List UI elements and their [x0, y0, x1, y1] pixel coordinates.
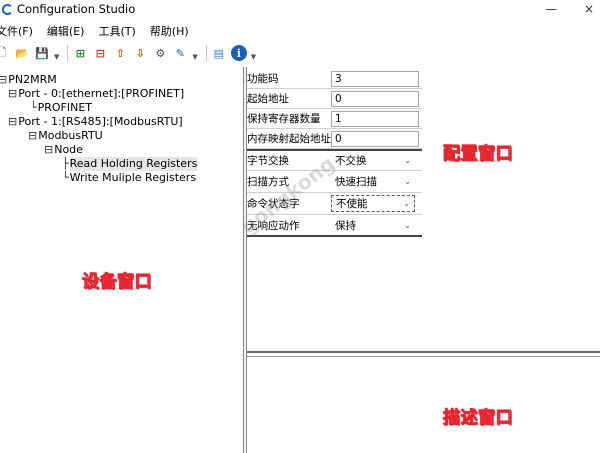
memory-map-start-field[interactable]: 0 — [331, 130, 419, 147]
tree-node-profinet[interactable]: └ PROFINET — [30, 101, 92, 115]
menu-tools[interactable]: 工具(T) — [98, 23, 135, 39]
start-address-field[interactable]: 0 — [331, 90, 419, 107]
app-logo-icon — [1, 3, 13, 15]
command-status-select[interactable]: 不使能 ⌄ — [331, 195, 415, 212]
save-icon[interactable]: 💾 — [34, 45, 50, 61]
tree-node-port0[interactable]: ⊟ Port - 0:[ethernet]:[PROFINET] — [8, 87, 184, 101]
toolbar-separator — [67, 45, 69, 61]
config-window: 功能码 3 起始地址 0 保持寄存器数量 1 内存映射起始地址 0 字节交换 不… — [247, 67, 600, 353]
property-row: 内存映射起始地址 0 — [247, 129, 422, 149]
window-title: Configuration Studio — [17, 2, 136, 16]
collapse-icon[interactable]: ⊟ — [28, 129, 37, 143]
upload-icon[interactable]: ⇧ — [112, 45, 128, 61]
title-bar: Configuration Studio — × — [0, 0, 600, 18]
edit-icon[interactable]: ✎ — [172, 45, 188, 61]
monitor-icon[interactable]: ▤ — [211, 45, 227, 61]
property-row: 功能码 3 — [247, 69, 422, 89]
property-row: 起始地址 0 — [247, 89, 422, 109]
register-count-field[interactable]: 1 — [331, 110, 419, 127]
chevron-down-icon[interactable]: ⌄ — [403, 199, 410, 208]
device-window: ⊟ PN2MRM ⊟ Port - 0:[ethernet]:[PROFINET… — [0, 67, 243, 453]
tree-node-modbusrtu[interactable]: ⊟ ModbusRTU — [28, 129, 103, 143]
info-icon[interactable]: i — [230, 45, 247, 61]
property-row: 保持寄存器数量 1 — [247, 109, 422, 129]
function-code-field[interactable]: 3 — [331, 70, 419, 87]
menu-bar: 文件(F) 编辑(E) 工具(T) 帮助(H) — [0, 22, 203, 40]
remove-device-icon[interactable]: ⊟ — [92, 45, 108, 61]
tree-node-pn2mrm[interactable]: ⊟ PN2MRM — [0, 73, 57, 87]
toolbar: 🗋 📂 💾 ▼ ⊞ ⊟ ⇧ ⇩ ⚙ ✎ ▼ ▤ i ▼ — [0, 42, 600, 64]
tree-node-port1[interactable]: ⊟ Port - 1:[RS485]:[ModbusRTU] — [8, 115, 183, 129]
toolbar-overflow-icon[interactable]: ▼ — [192, 53, 197, 61]
no-response-action-select[interactable]: 保持 ⌄ — [331, 216, 415, 234]
chevron-down-icon[interactable]: ⌄ — [404, 221, 411, 230]
toolbar-overflow-icon[interactable]: ▼ — [54, 53, 59, 61]
collapse-icon[interactable]: ⊟ — [0, 73, 7, 87]
byte-swap-select[interactable]: 不交换 ⌄ — [331, 152, 415, 169]
menu-help[interactable]: 帮助(H) — [150, 23, 189, 39]
tree-branch-icon: └ — [62, 171, 69, 185]
tree-branch-icon: ├ — [62, 157, 69, 171]
toolbar-separator — [205, 45, 207, 61]
config-window-annotation: 配置窗口 — [443, 144, 513, 165]
open-folder-icon[interactable]: 📂 — [14, 45, 30, 61]
toolbar-overflow-icon[interactable]: ▼ — [251, 53, 256, 61]
description-window-annotation: 描述窗口 — [443, 408, 513, 429]
menu-file[interactable]: 文件(F) — [0, 23, 33, 39]
collapse-icon[interactable]: ⊟ — [8, 115, 17, 129]
close-button[interactable]: × — [578, 0, 600, 18]
minimize-button[interactable]: — — [540, 0, 562, 18]
tree-node-write-multiple-registers[interactable]: └ Write Muliple Registers — [62, 171, 196, 185]
property-label: 保持寄存器数量 — [247, 113, 321, 125]
menu-edit[interactable]: 编辑(E) — [47, 23, 85, 39]
tree-branch-icon: └ — [30, 101, 37, 115]
scan-mode-select[interactable]: 快速扫描 ⌄ — [331, 173, 415, 190]
property-label: 功能码 — [247, 73, 279, 85]
tree-node-read-holding-registers[interactable]: ├ Read Holding Registers — [62, 157, 198, 171]
description-window: 描述窗口 — [247, 356, 600, 453]
new-file-icon[interactable]: 🗋 — [0, 45, 10, 61]
collapse-icon[interactable]: ⊟ — [44, 143, 53, 157]
download-icon[interactable]: ⇩ — [132, 45, 148, 61]
settings-icon[interactable]: ⚙ — [152, 45, 168, 61]
property-label: 内存映射起始地址 — [247, 133, 331, 145]
property-label: 起始地址 — [247, 93, 289, 105]
device-window-annotation: 设备窗口 — [82, 272, 152, 293]
add-device-icon[interactable]: ⊞ — [72, 45, 88, 61]
tree-node-node[interactable]: ⊟ Node — [44, 143, 83, 157]
chevron-down-icon[interactable]: ⌄ — [404, 177, 411, 186]
chevron-down-icon[interactable]: ⌄ — [404, 156, 411, 165]
collapse-icon[interactable]: ⊟ — [8, 87, 17, 101]
